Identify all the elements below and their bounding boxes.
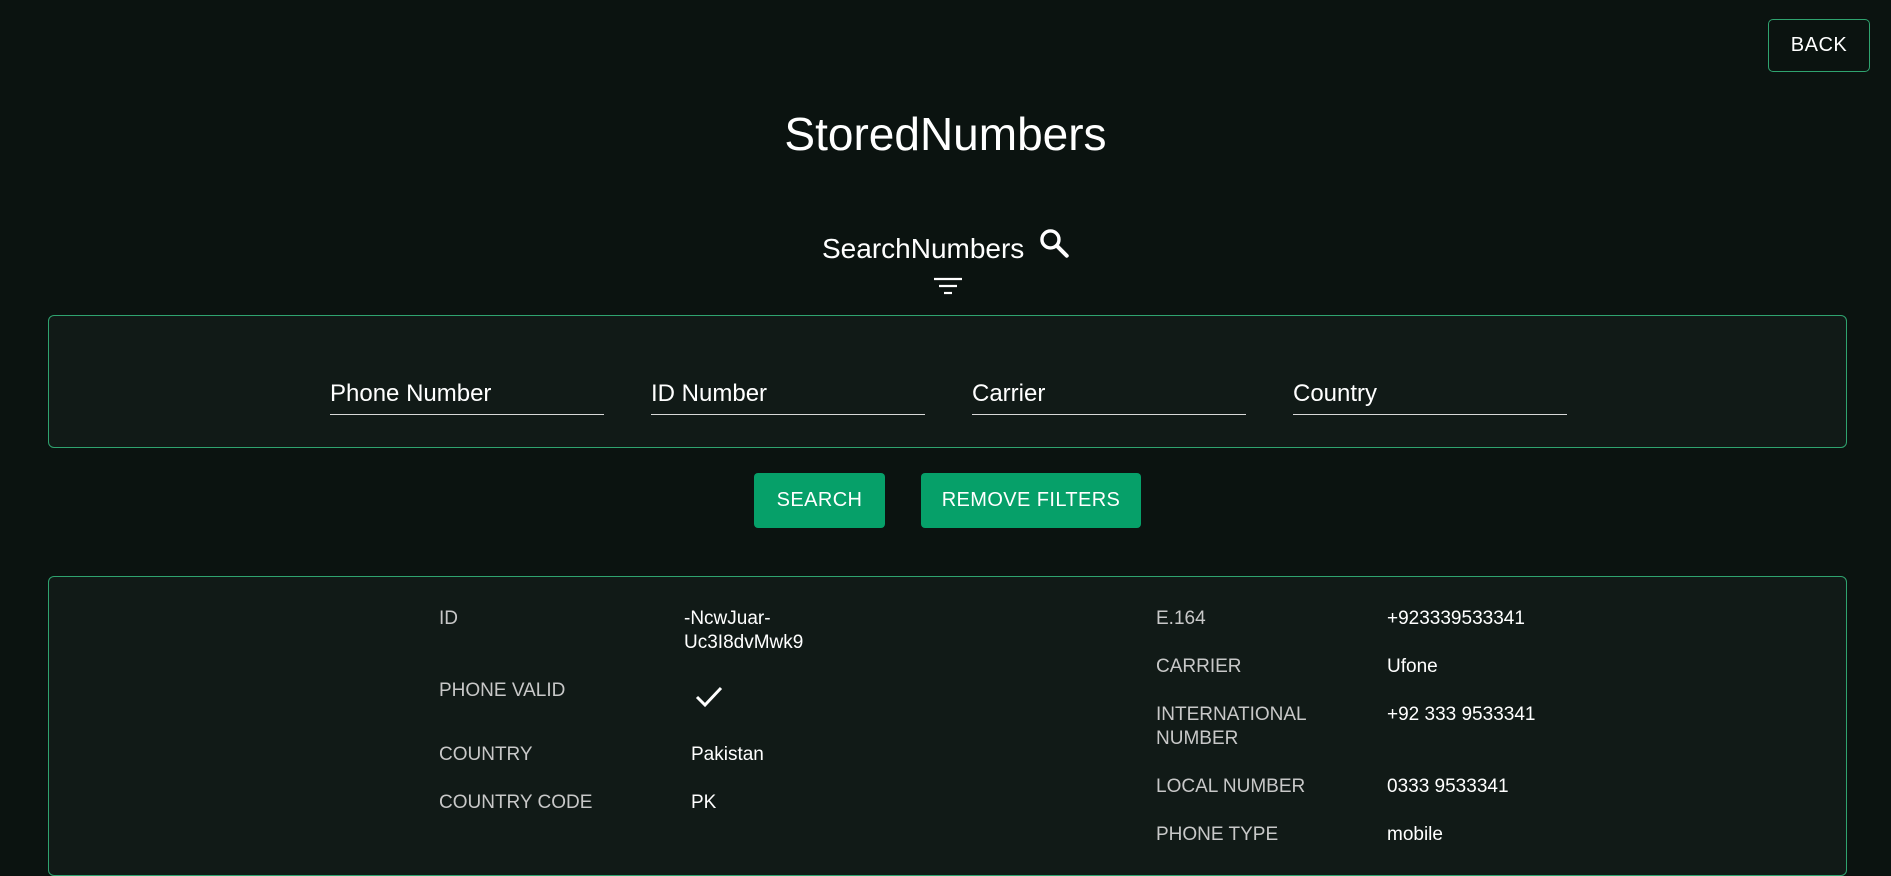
local-number-value: 0333 9533341: [1387, 776, 1509, 797]
number-record-card: [48, 576, 1847, 876]
carrier-value: Ufone: [1387, 656, 1438, 677]
phone-number-field: [330, 375, 604, 415]
country-code-value: PK: [691, 792, 717, 813]
search-section-title: SearchNumbers: [822, 233, 1025, 264]
e164-value: +923339533341: [1387, 608, 1525, 629]
id-value-line-2: Uc3I8dvMwk9: [684, 632, 804, 653]
id-number-input[interactable]: [651, 375, 925, 413]
filter-panel: [48, 315, 1847, 448]
id-value-line-1: -NcwJuar-: [684, 608, 771, 629]
phone-valid-label: PHONE VALID: [439, 680, 566, 701]
international-number-value: +92 333 9533341: [1387, 704, 1536, 725]
search-icon[interactable]: [1037, 226, 1071, 260]
carrier-field: [972, 375, 1246, 415]
back-button[interactable]: BACK: [1768, 19, 1870, 72]
phone-number-input[interactable]: [330, 375, 604, 413]
e164-label: E.164: [1156, 608, 1206, 629]
search-button[interactable]: SEARCH: [754, 473, 885, 528]
country-code-label: COUNTRY CODE: [439, 792, 593, 813]
remove-filters-button[interactable]: REMOVE FILTERS: [921, 473, 1141, 528]
country-value: Pakistan: [691, 744, 764, 765]
phone-type-label: PHONE TYPE: [1156, 824, 1279, 845]
country-field: [1293, 375, 1567, 415]
check-icon: [694, 684, 724, 710]
international-number-label-line-1: INTERNATIONAL: [1156, 704, 1307, 725]
international-number-label-line-2: NUMBER: [1156, 728, 1239, 749]
country-label: COUNTRY: [439, 744, 533, 765]
filter-icon[interactable]: [931, 274, 965, 300]
local-number-label: LOCAL NUMBER: [1156, 776, 1306, 797]
id-number-field: [651, 375, 925, 415]
country-input[interactable]: [1293, 375, 1567, 413]
id-label: ID: [439, 608, 458, 629]
phone-type-value: mobile: [1387, 824, 1443, 845]
carrier-label: CARRIER: [1156, 656, 1242, 677]
carrier-input[interactable]: [972, 375, 1246, 413]
page-title: StoredNumbers: [784, 108, 1107, 160]
